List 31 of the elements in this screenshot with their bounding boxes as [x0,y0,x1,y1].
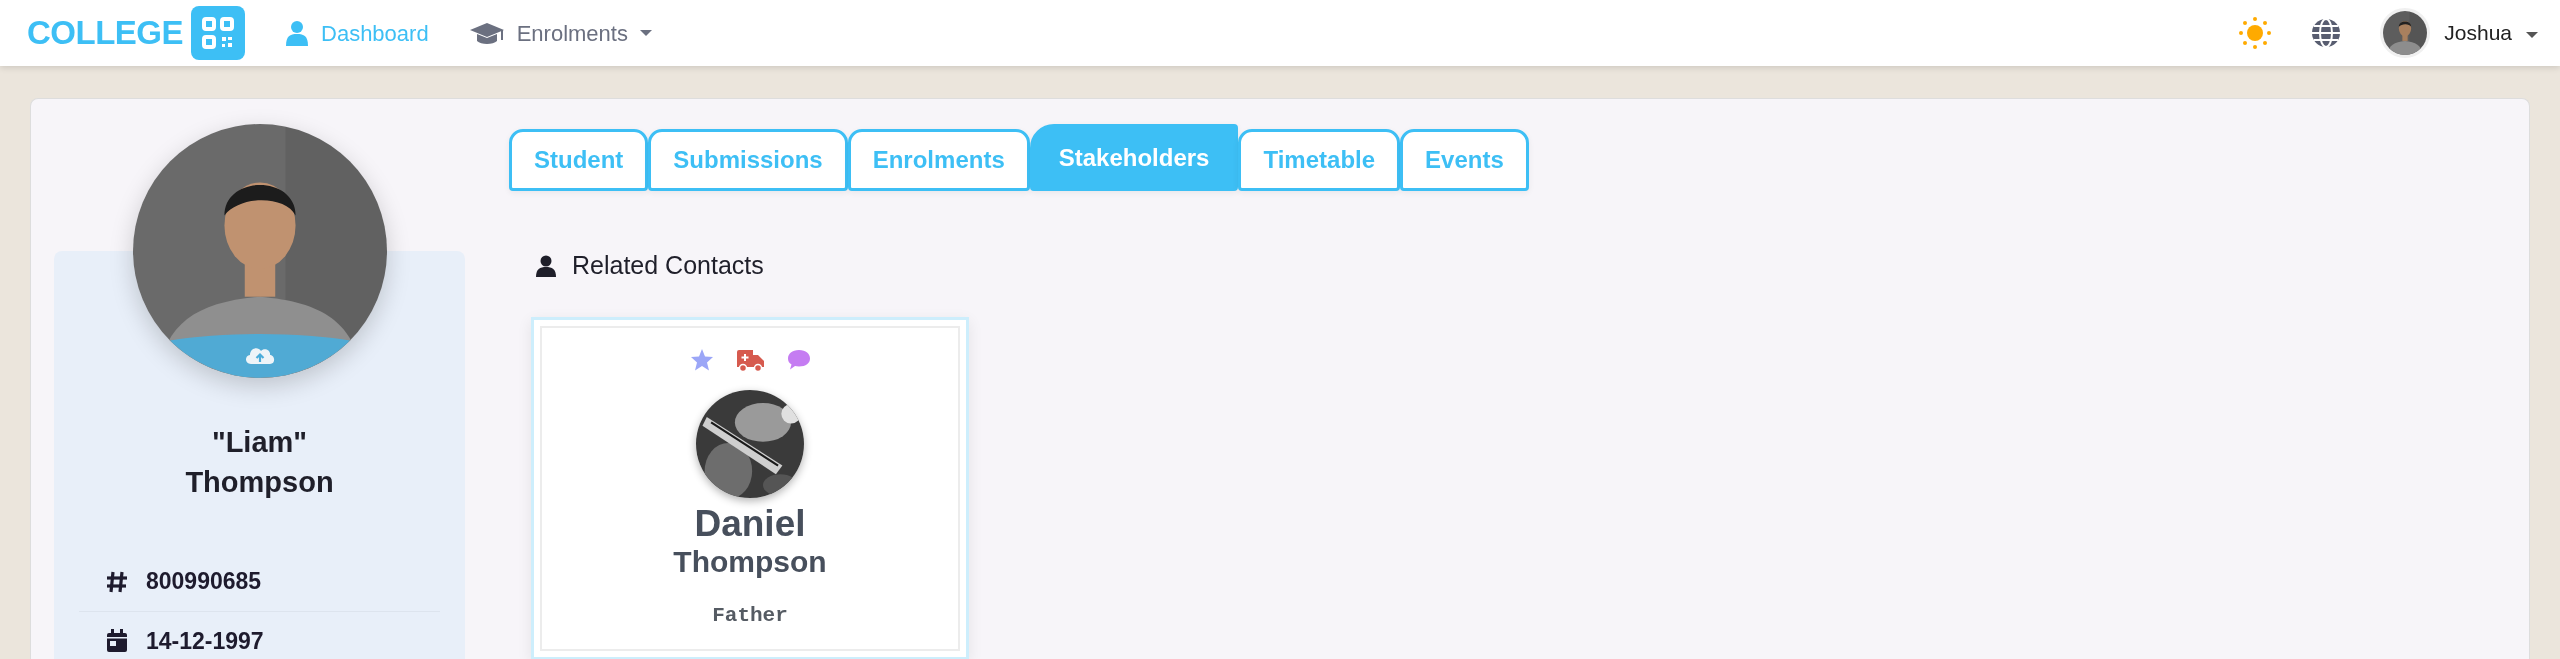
relationship-label: Father [712,603,788,630]
detail-value: 14-12-1997 [146,626,264,656]
tab[interactable]: Enrolments [847,129,1030,191]
caret-icon[interactable] [639,30,652,36]
user-menu[interactable]: Joshua [2444,17,2512,49]
contact-last-name: Thompson [673,544,827,581]
student-surname: Thompson [185,465,334,500]
ambulance-icon [735,347,765,372]
tab[interactable]: Timetable [1238,129,1401,191]
student-nickname: "Liam" [210,425,309,460]
detail-value: 800990685 [146,567,262,596]
upload-icon [245,348,274,364]
contact-card[interactable]: Daniel Thompson Father [531,316,969,659]
star-icon [689,347,714,372]
tab[interactable]: Submissions [648,129,848,191]
hash-icon [106,569,128,593]
tab[interactable]: Student [509,129,649,191]
user-icon [536,254,556,277]
graduation-cap-icon [468,20,505,46]
user-icon [285,20,309,46]
tab[interactable]: Stakeholders [1029,124,1239,191]
caret-icon[interactable] [2526,32,2538,38]
calendar-icon [106,629,128,653]
chat-icon [786,347,811,372]
tab[interactable]: Events [1400,129,1529,191]
nav-link[interactable]: Dashboard [321,16,429,50]
nav-link[interactable]: Enrolments [516,16,628,50]
section-title: Related Contacts [572,250,764,281]
contact-first-name: Daniel [694,503,806,545]
globe-icon[interactable] [2310,17,2343,49]
brand-name[interactable]: COLLEGE [27,8,183,58]
